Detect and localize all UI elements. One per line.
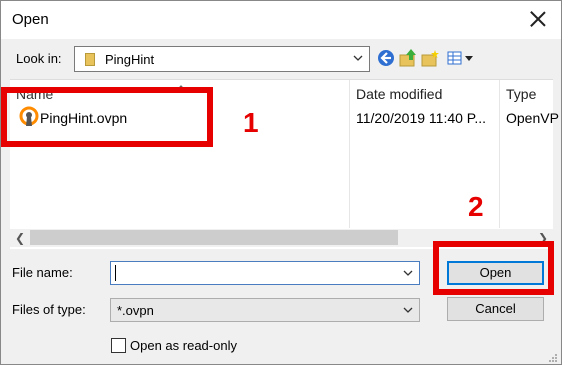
read-only-checkbox[interactable] — [111, 338, 126, 353]
annotation-box-file — [1, 87, 213, 147]
step-number-1: 1 — [243, 107, 259, 138]
chevron-down-icon[interactable] — [353, 53, 363, 63]
back-icon[interactable] — [376, 48, 396, 68]
file-name-input[interactable] — [110, 261, 420, 285]
scrollbar-thumb[interactable] — [30, 230, 398, 245]
open-button[interactable]: Open — [447, 261, 544, 285]
new-folder-icon[interactable] — [420, 48, 440, 68]
chevron-down-icon[interactable] — [403, 268, 413, 278]
resize-grip-icon[interactable] — [548, 351, 558, 362]
open-dialog: Open Look in: PingHint Name Date modifie… — [0, 0, 562, 365]
files-of-type-select[interactable]: *.ovpn — [110, 298, 420, 322]
column-header-date[interactable]: Date modified — [356, 86, 442, 102]
step-number-2: 2 — [468, 191, 484, 222]
files-of-type-value: *.ovpn — [117, 303, 154, 318]
close-icon[interactable] — [525, 7, 551, 33]
scroll-left-icon[interactable]: ❮ — [15, 231, 25, 245]
view-menu-icon[interactable] — [446, 48, 476, 68]
chevron-down-icon[interactable] — [403, 305, 413, 315]
dialog-title: Open — [12, 11, 49, 28]
file-type-cell: OpenVP — [506, 110, 559, 126]
text-caret — [115, 265, 116, 281]
column-divider — [499, 80, 500, 228]
up-folder-icon[interactable] — [398, 48, 418, 68]
folder-icon — [85, 53, 95, 66]
look-in-label: Look in: — [16, 51, 62, 66]
file-date-cell: 11/20/2019 11:40 P... — [356, 110, 487, 126]
look-in-value: PingHint — [105, 52, 155, 67]
column-divider — [349, 80, 350, 228]
column-header-type[interactable]: Type — [506, 86, 536, 102]
read-only-label[interactable]: Open as read-only — [130, 338, 237, 353]
look-in-combo[interactable]: PingHint — [74, 46, 370, 72]
cancel-button[interactable]: Cancel — [447, 297, 544, 321]
files-of-type-label: Files of type: — [12, 302, 86, 317]
title-bar: Open — [1, 1, 561, 39]
file-name-label: File name: — [12, 265, 73, 280]
